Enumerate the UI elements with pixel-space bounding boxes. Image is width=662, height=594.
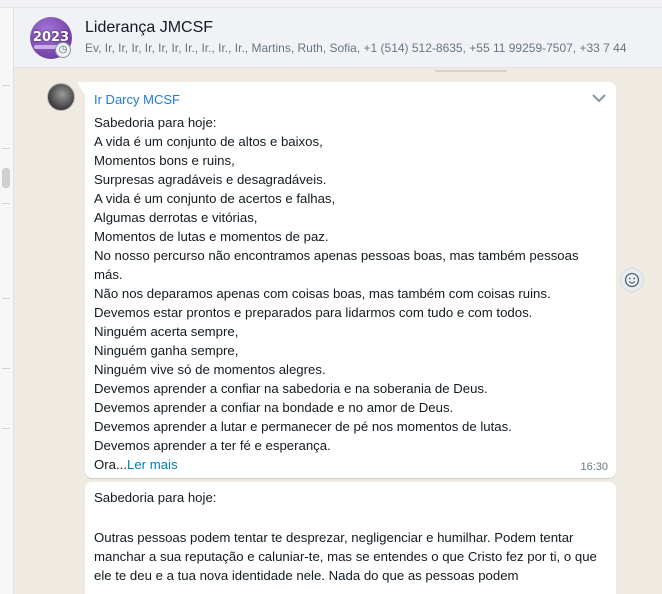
- chat-header[interactable]: 2023 ◷ Liderança JMCSF Ev, Ir, Ir, Ir, I…: [14, 8, 662, 68]
- message-line: Ninguém vive só de momentos alegres.: [94, 362, 326, 377]
- truncated-text: Ora...: [94, 457, 127, 472]
- message-text: Sabedoria para hoje: A vida é um conjunt…: [94, 113, 609, 474]
- message-title-line: Sabedoria para hoje:: [94, 490, 217, 505]
- chat-list-edge: [0, 8, 14, 594]
- message-line: Devemos aprender a ter fé e esperança.: [94, 438, 331, 453]
- divider: [2, 85, 10, 86]
- divider: [2, 368, 10, 369]
- divider: [2, 298, 10, 299]
- message-line: Algumas derrotas e vitórias,: [94, 210, 258, 225]
- chevron-down-icon[interactable]: [590, 91, 608, 105]
- message-line: Devemos aprender a lutar e permanecer de…: [94, 419, 512, 434]
- message-bubble[interactable]: Sabedoria para hoje: Outras pessoas pode…: [85, 482, 616, 594]
- message-text: Outras pessoas podem tentar te desprezar…: [94, 530, 597, 584]
- sender-avatar[interactable]: [47, 83, 75, 111]
- message-line: A vida é um conjunto de altos e baixos,: [94, 134, 323, 149]
- message-line: Ninguém acerta sempre,: [94, 324, 239, 339]
- group-title[interactable]: Liderança JMCSF: [85, 19, 213, 37]
- message-line: Sabedoria para hoje:: [94, 115, 217, 130]
- message-list[interactable]: Ir Darcy MCSF Sabedoria para hoje: A vid…: [14, 68, 662, 594]
- message-line: Devemos estar prontos e preparados para …: [94, 305, 533, 320]
- message-timestamp: 16:30: [580, 461, 608, 473]
- divider: [2, 428, 10, 429]
- message-line: Ninguém ganha sempre,: [94, 343, 239, 358]
- message-bubble[interactable]: Ir Darcy MCSF Sabedoria para hoje: A vid…: [77, 82, 616, 478]
- message-line: No nosso percurso não encontramos apenas…: [94, 248, 579, 282]
- message-line: A vida é um conjunto de acertos e falhas…: [94, 191, 336, 206]
- group-members-list[interactable]: Ev, Ir, Ir, Ir, Ir, Ir, Ir, Ir., Ir., Ir…: [85, 41, 662, 55]
- window-top-bar: [0, 0, 662, 8]
- scrollbar-thumb[interactable]: [2, 168, 10, 188]
- emoji-icon[interactable]: [620, 268, 644, 292]
- scroll-indicator: [435, 70, 507, 72]
- divider: [2, 148, 10, 149]
- divider: [2, 203, 10, 204]
- message-sender-name[interactable]: Ir Darcy MCSF: [94, 92, 180, 107]
- message-line-truncated: Ora...Ler mais: [94, 455, 609, 474]
- message-line: Momentos bons e ruins,: [94, 153, 235, 168]
- community-icon: ◷: [55, 42, 71, 58]
- read-more-link[interactable]: Ler mais: [127, 457, 178, 472]
- message-line: Devemos aprender a confiar na sabedoria …: [94, 381, 488, 396]
- message-line: Surpresas agradáveis e desagradáveis.: [94, 172, 327, 187]
- message-line: Não nos deparamos apenas com coisas boas…: [94, 286, 551, 301]
- message-line: Momentos de lutas e momentos de paz.: [94, 229, 329, 244]
- message-line: Devemos aprender a confiar na bondade e …: [94, 400, 454, 415]
